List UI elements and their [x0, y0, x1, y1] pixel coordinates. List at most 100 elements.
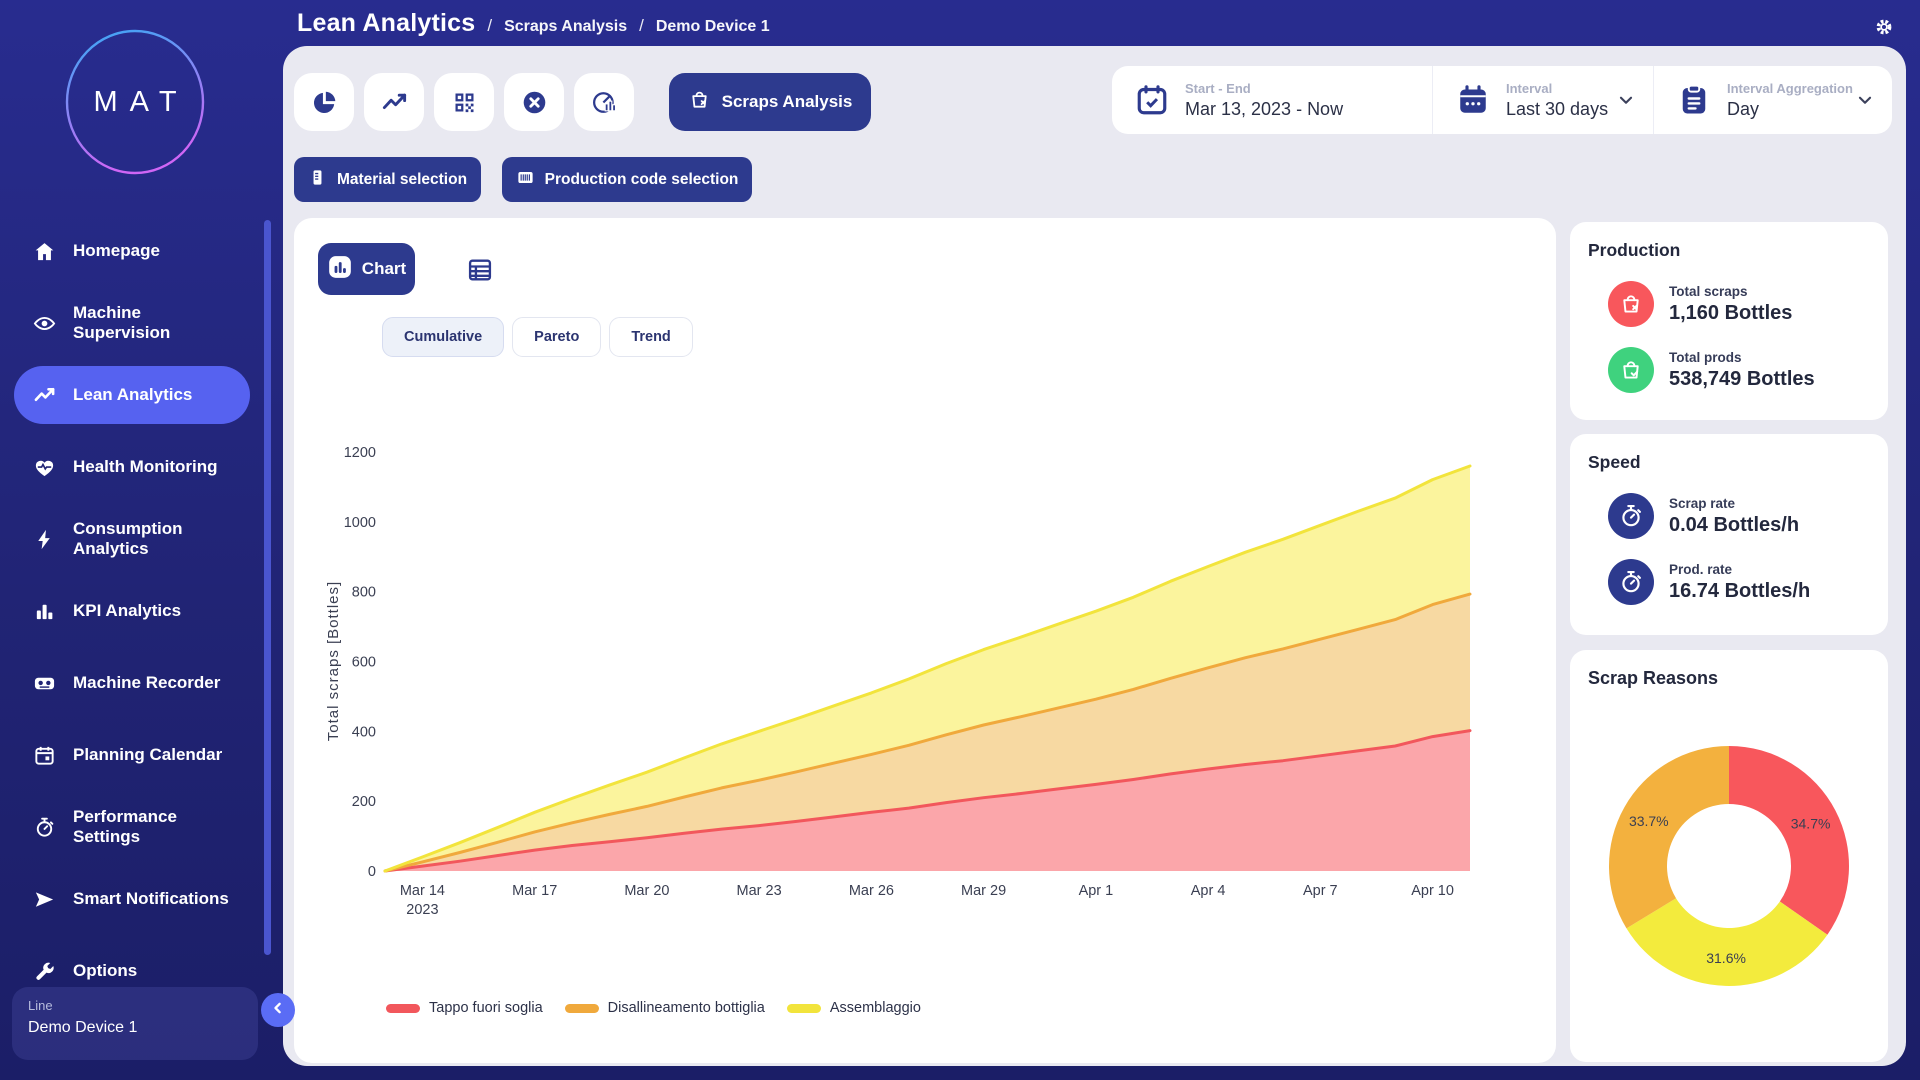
svg-text:Apr 10: Apr 10: [1411, 883, 1454, 899]
cancel-circle-button[interactable]: [504, 73, 564, 131]
legend-label: Disallineamento bottiglia: [608, 1000, 765, 1016]
svg-text:1200: 1200: [344, 445, 376, 461]
calendar-dots-icon: [1455, 82, 1491, 118]
legend-item-tappo-fuori-soglia[interactable]: Tappo fuori soglia: [386, 1000, 543, 1016]
production-code-selection-button[interactable]: Production code selection: [502, 157, 752, 202]
sidebar-item-health-monitoring[interactable]: Health Monitoring: [14, 438, 250, 496]
interval-dropdown[interactable]: Interval Last 30 days: [1432, 66, 1653, 134]
qr-code-button[interactable]: [434, 73, 494, 131]
svg-text:Mar 20: Mar 20: [624, 883, 669, 899]
trend-icon: [33, 384, 56, 407]
sidebar-scrollbar[interactable]: [264, 220, 271, 955]
settings-gear-icon[interactable]: [1872, 15, 1896, 39]
sidebar-item-label: Machine Recorder: [73, 673, 220, 693]
svg-text:Total scraps [Bottles]: Total scraps [Bottles]: [325, 581, 342, 741]
chart-view-toggle[interactable]: Chart: [318, 243, 415, 295]
stopwatch-icon: [1608, 559, 1654, 605]
sidebar-item-machine-supervision[interactable]: Machine Supervision: [14, 294, 250, 352]
prod-rate-label: Prod. rate: [1669, 562, 1810, 577]
start-end-value: Mar 13, 2023 - Now: [1185, 99, 1343, 120]
svg-text:Apr 7: Apr 7: [1303, 883, 1338, 899]
sidebar-nav: Homepage Machine Supervision Lean Analytic…: [0, 222, 270, 1014]
stopwatch-icon: [1608, 493, 1654, 539]
aggregation-dropdown[interactable]: Interval Aggregation Day: [1653, 66, 1892, 134]
sidebar-item-consumption-analytics[interactable]: Consumption Analytics: [14, 510, 250, 568]
svg-text:34.7%: 34.7%: [1791, 816, 1831, 832]
kpi-icon: [33, 600, 56, 623]
logo-text: MAT: [64, 28, 206, 176]
tab-trend[interactable]: Trend: [609, 317, 692, 357]
legend-item-assemblaggio[interactable]: Assemblaggio: [787, 1000, 921, 1016]
pie-chart-button[interactable]: [294, 73, 354, 131]
bar-chart-mini-icon: [327, 254, 353, 285]
bag-x-icon: [688, 88, 711, 116]
total-scraps-row: Total scraps 1,160 Bottles: [1608, 281, 1870, 327]
tab-cumulative[interactable]: Cumulative: [382, 317, 504, 357]
material-selection-label: Material selection: [337, 171, 467, 189]
home-icon: [33, 240, 56, 263]
sidebar-item-label: Machine Supervision: [73, 303, 238, 343]
heart-icon: [33, 456, 56, 479]
bag-x-icon: [1608, 281, 1654, 327]
trend-line-button[interactable]: [364, 73, 424, 131]
scrap-reasons-title: Scrap Reasons: [1588, 668, 1870, 689]
breadcrumb-scraps-analysis[interactable]: Scraps Analysis: [504, 18, 627, 36]
sidebar-item-homepage[interactable]: Homepage: [14, 222, 250, 280]
svg-text:Mar 26: Mar 26: [849, 883, 894, 899]
sidebar-item-label: Options: [73, 961, 137, 981]
breadcrumb-separator: /: [639, 16, 644, 36]
page-title: Lean Analytics: [297, 9, 475, 38]
interval-value: Last 30 days: [1506, 99, 1608, 120]
production-code-selection-label: Production code selection: [545, 171, 739, 189]
device-name: Demo Device 1: [28, 1019, 242, 1037]
sidebar-item-label: Health Monitoring: [73, 457, 217, 477]
device-line-label: Line: [28, 998, 242, 1013]
scrap-reasons-donut-chart: 34.7% 31.6% 33.7%: [1579, 716, 1879, 1016]
aggregation-label: Interval Aggregation: [1727, 81, 1853, 96]
stopwatch-icon: [33, 816, 56, 839]
svg-text:1000: 1000: [344, 515, 376, 531]
legend-swatch: [565, 1004, 599, 1013]
total-scraps-label: Total scraps: [1669, 284, 1792, 299]
main-content: Scraps Analysis Start - End Mar 13, 2023…: [283, 46, 1906, 1066]
svg-text:Mar 23: Mar 23: [737, 883, 782, 899]
scraps-analysis-button[interactable]: Scraps Analysis: [669, 73, 871, 131]
cumulative-area-chart: 020040060080010001200Mar 142023Mar 17Mar…: [324, 433, 1494, 933]
chevron-left-icon: [268, 998, 288, 1023]
filters-panel: Start - End Mar 13, 2023 - Now Interval …: [1112, 66, 1892, 134]
sidebar-item-machine-recorder[interactable]: Machine Recorder: [14, 654, 250, 712]
sidebar-item-smart-notifications[interactable]: Smart Notifications: [14, 870, 250, 928]
total-scraps-value: 1,160 Bottles: [1669, 302, 1792, 325]
total-prods-label: Total prods: [1669, 350, 1815, 365]
chevron-down-icon: [1854, 89, 1876, 111]
sidebar-collapse-button[interactable]: [261, 993, 295, 1027]
legend-swatch: [386, 1004, 420, 1013]
breadcrumb-demo-device[interactable]: Demo Device 1: [656, 18, 770, 36]
svg-text:31.6%: 31.6%: [1706, 950, 1746, 966]
tab-pareto[interactable]: Pareto: [512, 317, 601, 357]
sidebar-item-kpi-analytics[interactable]: KPI Analytics: [14, 582, 250, 640]
sidebar-item-performance-settings[interactable]: Performance Settings: [14, 798, 250, 856]
recorder-icon: [33, 672, 56, 695]
legend-item-disallineamento-bottiglia[interactable]: Disallineamento bottiglia: [565, 1000, 765, 1016]
prod-rate-value: 16.74 Bottles/h: [1669, 580, 1810, 603]
material-selection-button[interactable]: Material selection: [294, 157, 481, 202]
gauge-report-button[interactable]: [574, 73, 634, 131]
scrap-rate-value: 0.04 Bottles/h: [1669, 514, 1799, 537]
send-icon: [33, 888, 56, 911]
sidebar-item-lean-analytics[interactable]: Lean Analytics: [14, 366, 250, 424]
svg-text:Mar 14: Mar 14: [400, 883, 445, 899]
chevron-down-icon: [1615, 89, 1637, 111]
start-end-picker[interactable]: Start - End Mar 13, 2023 - Now: [1112, 66, 1432, 134]
scrap-rate-row: Scrap rate 0.04 Bottles/h: [1608, 493, 1870, 539]
sidebar-item-label: Planning Calendar: [73, 745, 222, 765]
speed-card: Speed Scrap rate 0.04 Bottles/h Prod. ra…: [1570, 434, 1888, 635]
svg-text:Mar 17: Mar 17: [512, 883, 557, 899]
svg-text:33.7%: 33.7%: [1629, 813, 1669, 829]
legend-swatch: [787, 1004, 821, 1013]
gauge-report-icon: [591, 89, 618, 116]
table-view-toggle[interactable]: [466, 256, 494, 284]
device-card[interactable]: Line Demo Device 1: [12, 987, 258, 1060]
total-prods-row: Total prods 538,749 Bottles: [1608, 347, 1870, 393]
sidebar-item-planning-calendar[interactable]: Planning Calendar: [14, 726, 250, 784]
